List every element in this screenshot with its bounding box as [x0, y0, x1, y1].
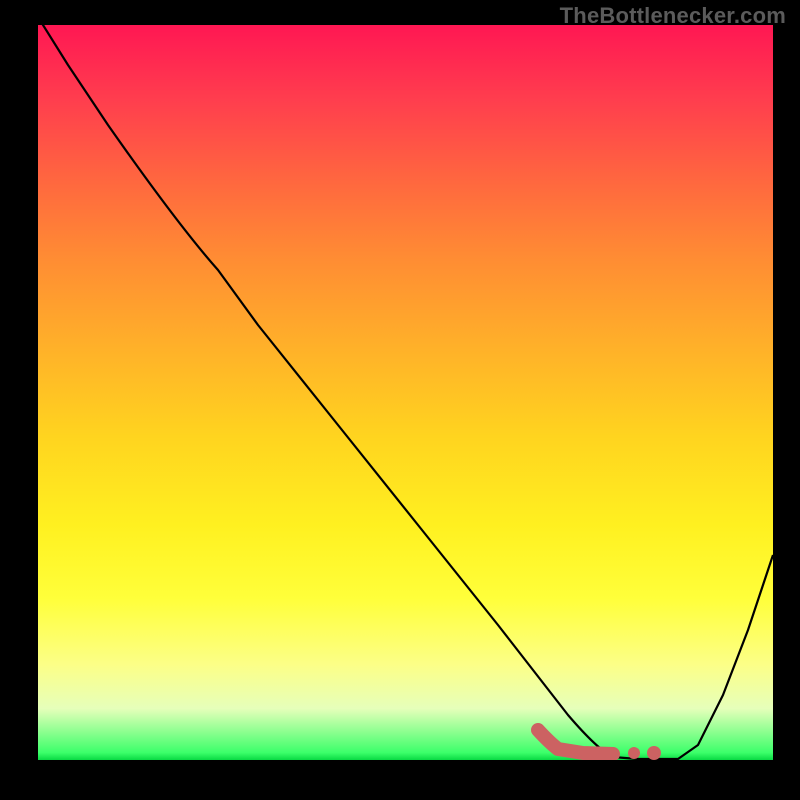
marker-dot-2 [647, 746, 661, 760]
bottleneck-curve [38, 25, 773, 760]
chart-frame: TheBottlenecker.com [0, 0, 800, 800]
marker [38, 25, 773, 760]
curve-path [38, 25, 773, 759]
marker-stroke [538, 730, 613, 754]
watermark-text: TheBottlenecker.com [560, 3, 786, 29]
marker-dot-1 [628, 747, 640, 759]
plot-area [38, 25, 773, 760]
